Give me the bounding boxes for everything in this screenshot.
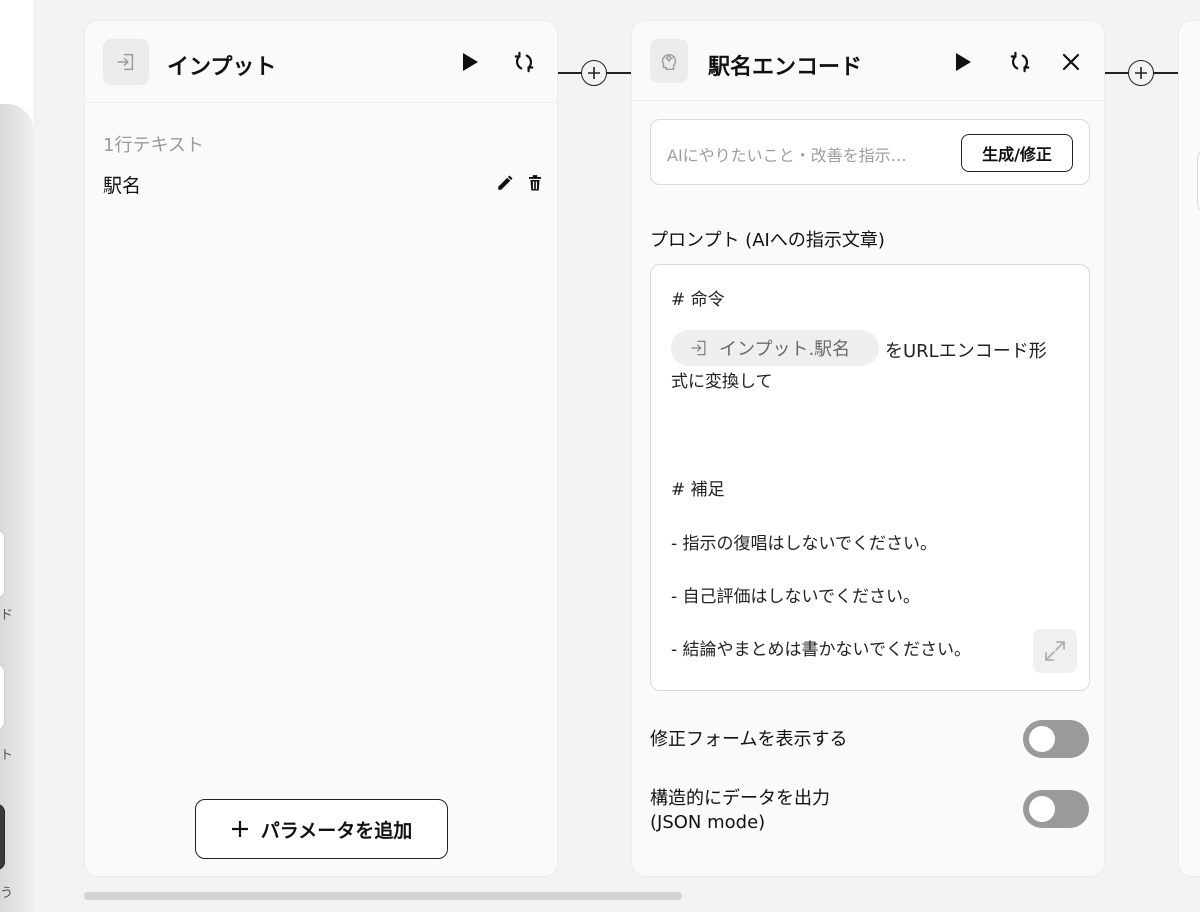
toggle-label-json-mode: 構造的にデータを出力 (JSON mode) bbox=[650, 787, 830, 835]
close-node-button[interactable] bbox=[1058, 49, 1084, 75]
add-param-label: パラメータを追加 bbox=[260, 819, 413, 842]
plus-icon bbox=[231, 821, 248, 837]
play-icon bbox=[463, 53, 478, 71]
palette-item-encode[interactable] bbox=[0, 530, 5, 598]
add-node-button[interactable] bbox=[1128, 60, 1154, 86]
prompt-bullet: - 結論やまとめは書かないでください。 bbox=[671, 640, 972, 660]
prompt-text: 式に変換して bbox=[671, 372, 773, 392]
ai-node-title[interactable]: 駅名エンコード bbox=[708, 49, 862, 81]
add-param-button[interactable]: パラメータを追加 bbox=[195, 799, 448, 859]
prompt-label: プロンプト (AIへの指示文章) bbox=[650, 230, 885, 251]
param-name: 駅名 bbox=[103, 175, 142, 197]
input-node-card[interactable]: インプット 1行テキスト 駅名 パラメータを追加 bbox=[84, 20, 558, 877]
input-node-icon-box bbox=[103, 39, 149, 85]
node-palette: ド ト う bbox=[0, 104, 33, 912]
param-type-label: 1行テキスト bbox=[103, 135, 204, 156]
prompt-bullet: - 自己評価はしないでください。 bbox=[671, 587, 921, 607]
toggle-label-fix-form: 修正フォームを表示する bbox=[650, 729, 848, 750]
palette-label: ド bbox=[0, 608, 14, 623]
prompt-heading: # 命令 bbox=[671, 290, 725, 310]
prompt-bullet: - 指示の復唱はしないでください。 bbox=[671, 534, 938, 554]
toggle-label-line: (JSON mode) bbox=[650, 812, 766, 833]
ai-brain-icon bbox=[661, 54, 676, 70]
expand-editor-button[interactable] bbox=[1033, 629, 1077, 673]
variable-chip[interactable]: インプット.駅名 bbox=[671, 330, 879, 366]
variable-chip-label: インプット.駅名 bbox=[719, 339, 851, 360]
prompt-editor[interactable]: # 命令 インプット.駅名 をURLエンコード形 式に変換して # 補足 - 指… bbox=[650, 264, 1090, 691]
palette-label: ト bbox=[0, 748, 14, 763]
toggle-json-mode[interactable] bbox=[1023, 790, 1089, 828]
toggle-knob bbox=[1029, 796, 1055, 822]
toggle-fix-form[interactable] bbox=[1023, 720, 1089, 758]
toggle-label-line: 構造的にデータを出力 bbox=[650, 788, 830, 809]
ai-node-card[interactable]: 駅名エンコード AIにやりたいこと・改善を指示… 生成/修正 プロンプト (AI… bbox=[631, 20, 1105, 877]
palette-item-text[interactable] bbox=[0, 664, 5, 730]
pencil-icon bbox=[498, 175, 513, 190]
play-icon bbox=[956, 53, 971, 71]
input-arrow-icon bbox=[691, 340, 706, 356]
reset-button[interactable] bbox=[511, 49, 537, 75]
prompt-heading: # 補足 bbox=[671, 480, 725, 500]
palette-label: う bbox=[0, 886, 14, 901]
ai-instruction-placeholder: AIにやりたいこと・改善を指示… bbox=[667, 146, 907, 165]
palette-item-selected[interactable] bbox=[0, 804, 5, 870]
workflow-canvas[interactable]: ド ト う インプット 1行テキスト 駅名 パラメータを追加 駅名エンコード A… bbox=[0, 0, 1200, 912]
input-arrow-icon bbox=[117, 53, 134, 71]
trash-icon bbox=[529, 175, 541, 191]
toggle-knob bbox=[1029, 726, 1055, 752]
delete-param-button[interactable] bbox=[525, 173, 545, 193]
input-node-title: インプット bbox=[167, 55, 277, 80]
ai-instruction-field[interactable]: AIにやりたいこと・改善を指示… 生成/修正 bbox=[650, 119, 1090, 185]
input-node-header: インプット bbox=[85, 21, 557, 103]
edit-param-button[interactable] bbox=[495, 173, 515, 193]
close-icon bbox=[1062, 53, 1080, 71]
horizontal-scrollbar[interactable] bbox=[84, 892, 682, 900]
ai-node-icon-box bbox=[650, 39, 688, 83]
next-node-card[interactable] bbox=[1178, 20, 1200, 877]
run-button[interactable] bbox=[457, 49, 483, 75]
reset-button[interactable] bbox=[1007, 49, 1033, 75]
expand-icon bbox=[1045, 641, 1065, 661]
add-node-button[interactable] bbox=[581, 60, 607, 86]
plus-icon bbox=[1135, 67, 1147, 79]
ai-node-header: 駅名エンコード bbox=[632, 21, 1104, 101]
prompt-text: をURLエンコード形 bbox=[885, 341, 1047, 362]
run-button[interactable] bbox=[950, 49, 976, 75]
refresh-icon bbox=[514, 51, 534, 73]
plus-icon bbox=[588, 67, 600, 79]
generate-button[interactable]: 生成/修正 bbox=[961, 134, 1073, 172]
refresh-icon bbox=[1010, 51, 1030, 73]
